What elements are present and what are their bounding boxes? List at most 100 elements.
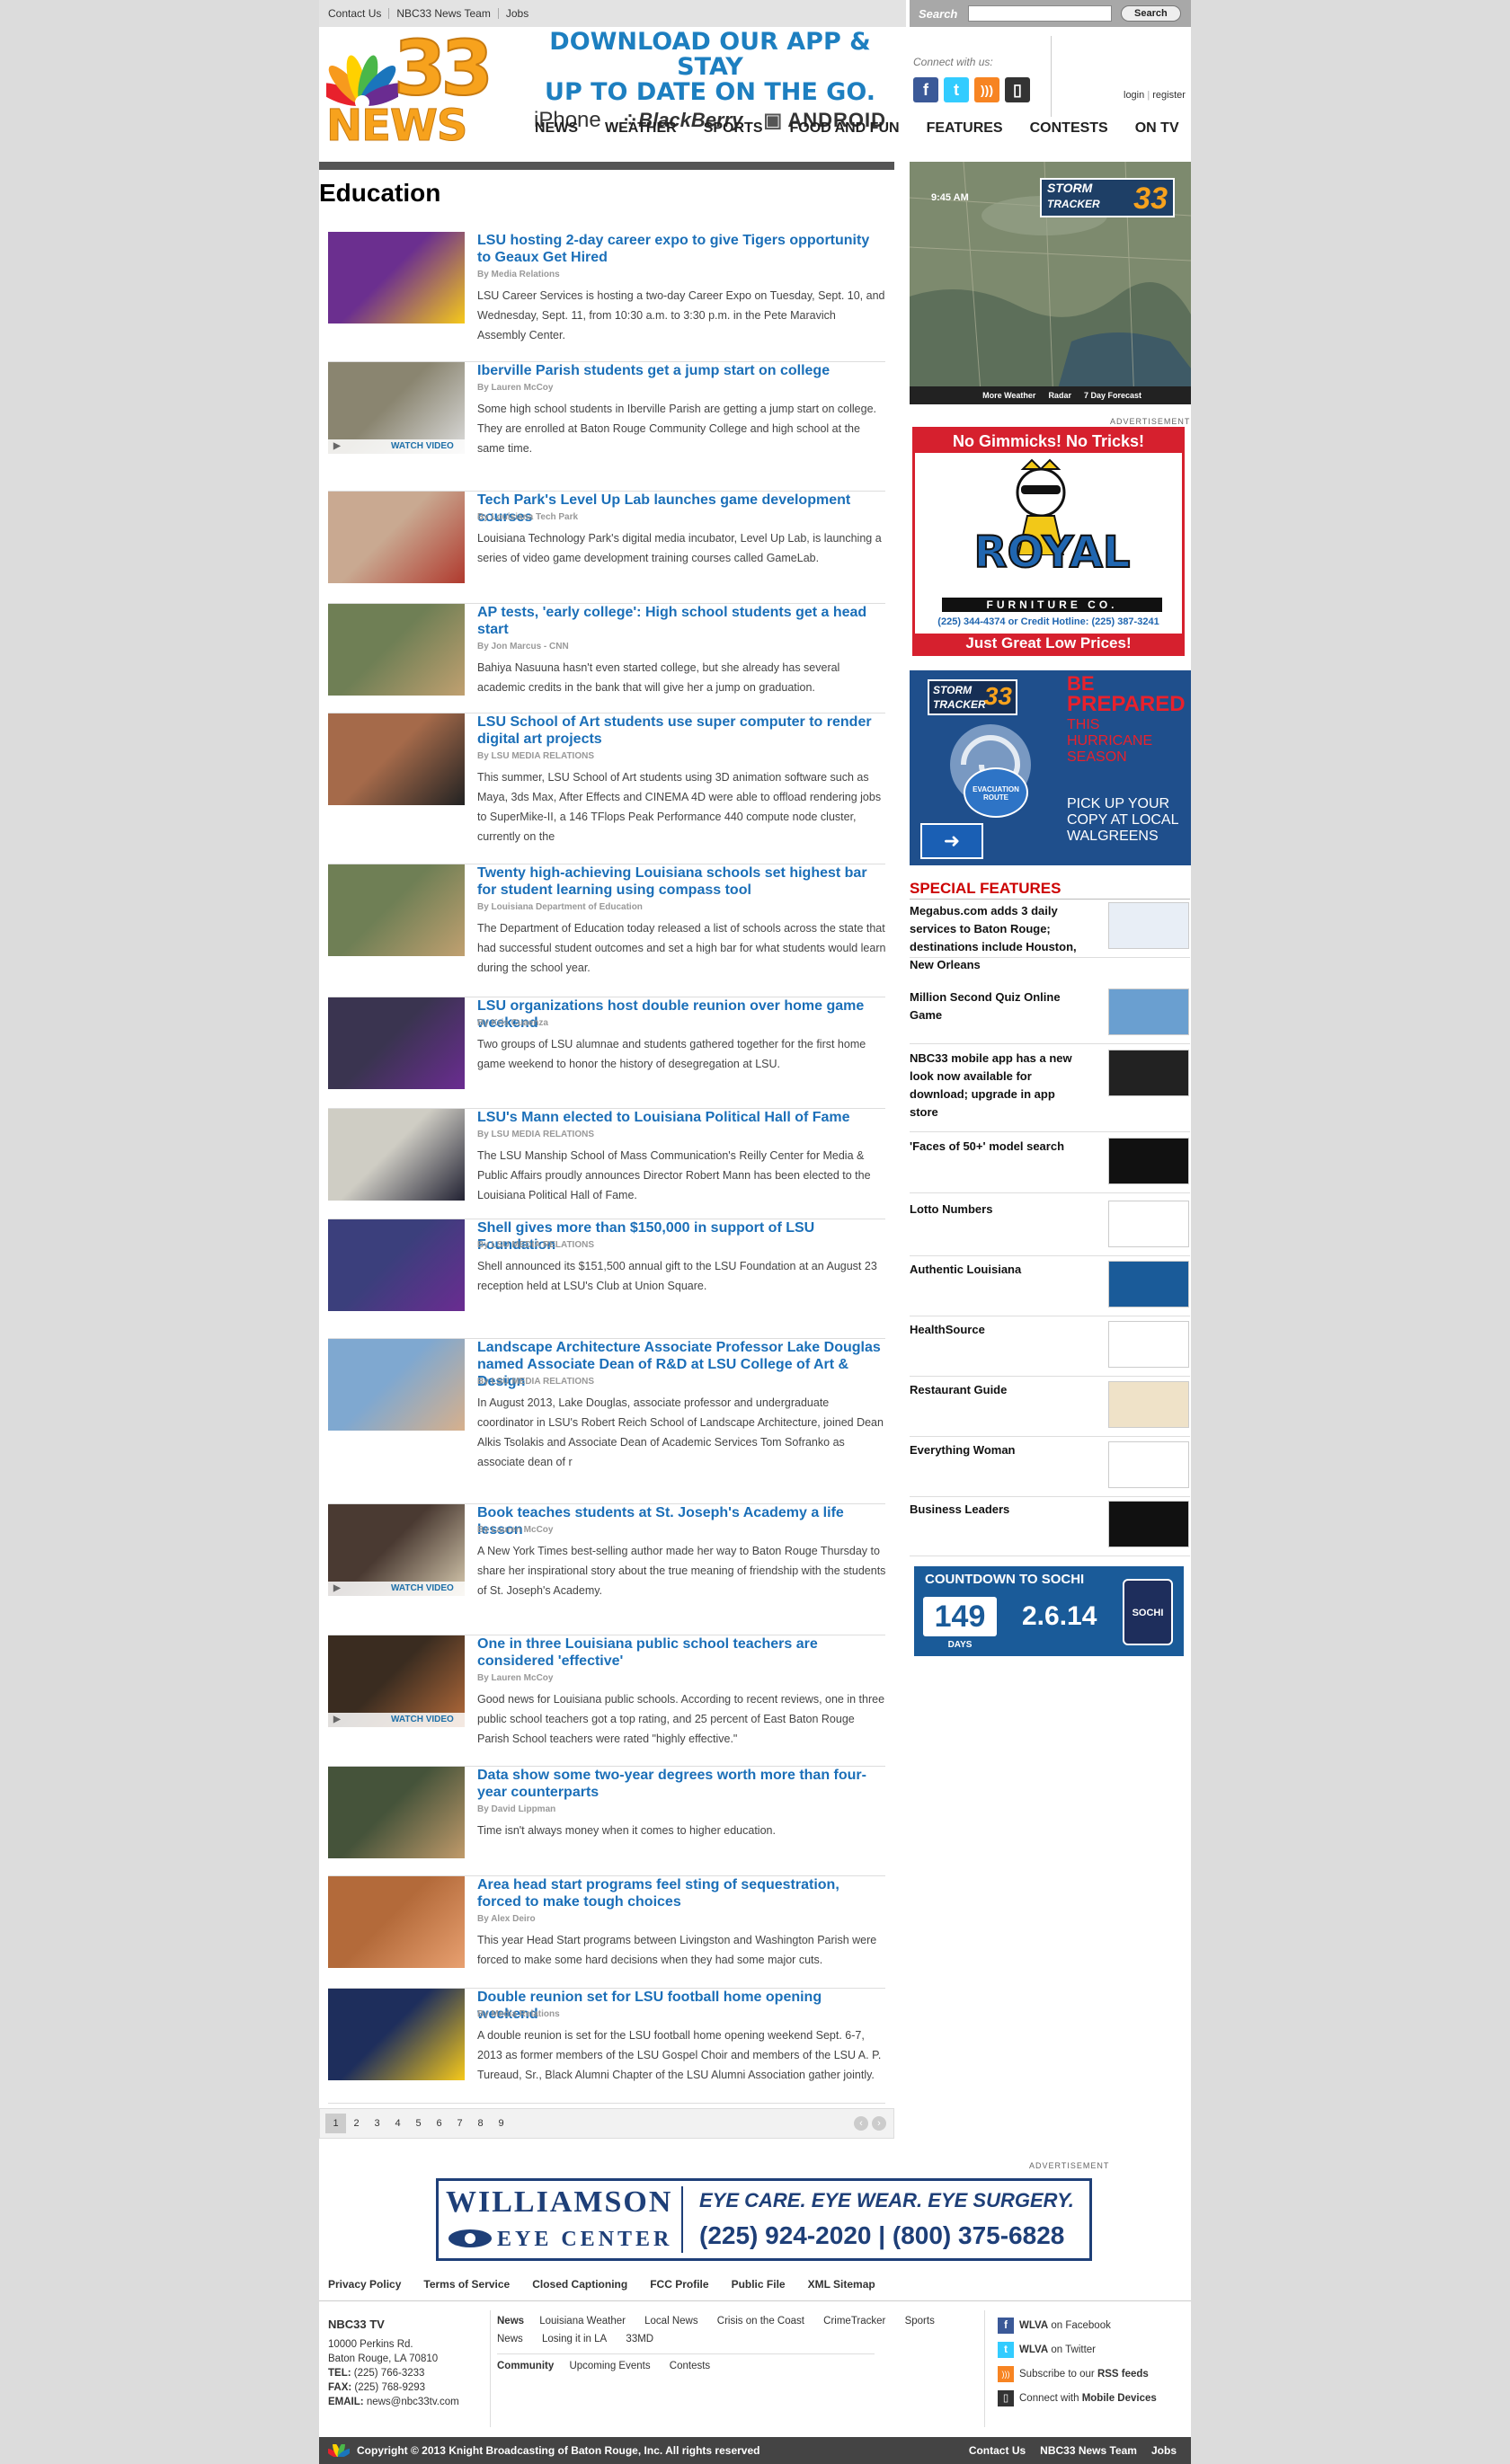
- nav-food-and-fun[interactable]: FOOD AND FUN: [790, 115, 900, 142]
- page-5[interactable]: 5: [408, 2118, 429, 2129]
- site-logo[interactable]: 33 NEWS: [325, 30, 520, 151]
- article-thumbnail[interactable]: [328, 1876, 465, 1968]
- radar-link[interactable]: Radar: [1048, 391, 1071, 400]
- fcc-profile-link[interactable]: FCC Profile: [650, 2278, 708, 2291]
- footer-crisis-link[interactable]: Crisis on the Coast: [717, 2316, 804, 2327]
- contact-us-link[interactable]: Contact Us: [328, 8, 390, 19]
- special-feature-title[interactable]: Everything Woman: [910, 1441, 1080, 1459]
- footer-twitter-link[interactable]: t WLVA on Twitter: [998, 2338, 1157, 2362]
- article-title[interactable]: LSU's Mann elected to Louisiana Politica…: [477, 1109, 886, 1126]
- footer-losing-it-link[interactable]: Losing it in LA: [542, 2334, 607, 2344]
- footer-contests-link[interactable]: Contests: [670, 2361, 710, 2371]
- nav-sports[interactable]: SPORTS: [704, 115, 763, 142]
- forecast-link[interactable]: 7 Day Forecast: [1084, 391, 1141, 400]
- twitter-icon[interactable]: t: [944, 77, 969, 102]
- page-2[interactable]: 2: [346, 2118, 367, 2129]
- page-6[interactable]: 6: [429, 2118, 449, 2129]
- special-feature-title[interactable]: NBC33 mobile app has a new look now avai…: [910, 1050, 1080, 1121]
- special-feature-item[interactable]: Lotto Numbers: [910, 1201, 1190, 1256]
- nav-news[interactable]: NEWS: [535, 115, 578, 142]
- page-9[interactable]: 9: [491, 2118, 511, 2129]
- special-feature-title[interactable]: Business Leaders: [910, 1501, 1080, 1519]
- article-thumbnail[interactable]: ▶ WATCH VIDEO: [328, 1635, 465, 1727]
- page-3[interactable]: 3: [367, 2118, 387, 2129]
- special-feature-title[interactable]: Megabus.com adds 3 daily services to Bat…: [910, 902, 1080, 974]
- prev-page-icon[interactable]: ‹: [854, 2116, 868, 2131]
- article-thumbnail[interactable]: [328, 232, 465, 324]
- special-feature-item[interactable]: NBC33 mobile app has a new look now avai…: [910, 1050, 1190, 1132]
- article-thumbnail[interactable]: [328, 492, 465, 583]
- article-thumbnail[interactable]: [328, 864, 465, 956]
- article-title[interactable]: One in three Louisiana public school tea…: [477, 1635, 886, 1670]
- footer-mobile-link[interactable]: ▯ Connect with Mobile Devices: [998, 2387, 1157, 2411]
- page-8[interactable]: 8: [470, 2118, 491, 2129]
- special-feature-item[interactable]: HealthSource: [910, 1321, 1190, 1377]
- footer-crimetracker-link[interactable]: CrimeTracker: [823, 2316, 885, 2327]
- watch-video-label[interactable]: ▶ WATCH VIDEO: [328, 1582, 465, 1596]
- article-title[interactable]: LSU hosting 2-day career expo to give Ti…: [477, 232, 886, 266]
- article-title[interactable]: Area head start programs feel sting of s…: [477, 1876, 886, 1910]
- special-feature-thumbnail[interactable]: [1108, 988, 1189, 1035]
- sochi-countdown-widget[interactable]: COUNTDOWN TO SOCHI 149 DAYS 2.6.14 SOCHI: [914, 1566, 1184, 1656]
- special-feature-item[interactable]: Authentic Louisiana: [910, 1261, 1190, 1316]
- privacy-policy-link[interactable]: Privacy Policy: [328, 2278, 401, 2291]
- special-feature-thumbnail[interactable]: [1108, 1201, 1189, 1247]
- article-thumbnail[interactable]: [328, 604, 465, 696]
- search-button[interactable]: Search: [1121, 5, 1181, 22]
- royal-furniture-ad[interactable]: No Gimmicks! No Tricks! ROYAL FURNITURE …: [912, 427, 1185, 656]
- bottom-jobs-link[interactable]: Jobs: [1151, 2444, 1177, 2457]
- article-thumbnail[interactable]: [328, 1767, 465, 1858]
- special-feature-title[interactable]: Authentic Louisiana: [910, 1261, 1080, 1279]
- jobs-link[interactable]: Jobs: [499, 8, 536, 19]
- next-page-icon[interactable]: ›: [872, 2116, 886, 2131]
- article-thumbnail[interactable]: [328, 1339, 465, 1431]
- rss-icon[interactable]: ))): [974, 77, 999, 102]
- mobile-icon[interactable]: ▯: [1005, 77, 1030, 102]
- special-feature-thumbnail[interactable]: [1108, 1321, 1189, 1368]
- article-title[interactable]: Twenty high-achieving Louisiana schools …: [477, 864, 886, 899]
- nav-weather[interactable]: WEATHER: [605, 115, 677, 142]
- footer-news-heading[interactable]: News: [497, 2316, 524, 2327]
- footer-la-weather-link[interactable]: Louisiana Weather: [539, 2316, 626, 2327]
- nav-features[interactable]: FEATURES: [927, 115, 1003, 142]
- app-promo-banner[interactable]: DOWNLOAD OUR APP & STAY UP TO DATE ON TH…: [530, 30, 890, 131]
- station-email[interactable]: EMAIL: news@nbc33tv.com: [328, 2395, 459, 2409]
- news-team-link[interactable]: NBC33 News Team: [389, 8, 499, 19]
- footer-community-heading[interactable]: Community: [497, 2361, 554, 2371]
- login-link[interactable]: login: [1124, 90, 1144, 101]
- footer-news-link[interactable]: News: [497, 2334, 523, 2344]
- footer-facebook-link[interactable]: f WLVA on Facebook: [998, 2314, 1157, 2338]
- article-thumbnail[interactable]: ▶ WATCH VIDEO: [328, 362, 465, 454]
- special-feature-title[interactable]: 'Faces of 50+' model search: [910, 1138, 1080, 1156]
- more-weather-link[interactable]: More Weather: [982, 391, 1035, 400]
- article-title[interactable]: Data show some two-year degrees worth mo…: [477, 1767, 886, 1801]
- article-thumbnail[interactable]: [328, 1109, 465, 1201]
- bottom-news-team-link[interactable]: NBC33 News Team: [1040, 2444, 1137, 2457]
- special-feature-title[interactable]: Million Second Quiz Online Game: [910, 988, 1080, 1024]
- special-feature-item[interactable]: 'Faces of 50+' model search: [910, 1138, 1190, 1193]
- special-feature-item[interactable]: Everything Woman: [910, 1441, 1190, 1497]
- footer-local-news-link[interactable]: Local News: [644, 2316, 697, 2327]
- page-1[interactable]: 1: [325, 2114, 346, 2133]
- watch-video-label[interactable]: ▶ WATCH VIDEO: [328, 1713, 465, 1727]
- page-7[interactable]: 7: [449, 2118, 470, 2129]
- page-4[interactable]: 4: [387, 2118, 408, 2129]
- hurricane-season-ad[interactable]: STORM TRACKER 33 ➜ EVACUATION ROUTE BE PR…: [910, 670, 1191, 865]
- search-input[interactable]: [968, 5, 1112, 22]
- facebook-icon[interactable]: f: [913, 77, 938, 102]
- terms-link[interactable]: Terms of Service: [423, 2278, 510, 2291]
- special-feature-thumbnail[interactable]: [1108, 1261, 1189, 1307]
- special-feature-item[interactable]: Megabus.com adds 3 daily services to Bat…: [910, 902, 1190, 971]
- article-title[interactable]: AP tests, 'early college': High school s…: [477, 604, 886, 638]
- footer-33md-link[interactable]: 33MD: [626, 2334, 653, 2344]
- closed-captioning-link[interactable]: Closed Captioning: [532, 2278, 627, 2291]
- watch-video-label[interactable]: ▶ WATCH VIDEO: [328, 439, 465, 454]
- bottom-contact-link[interactable]: Contact Us: [969, 2444, 1026, 2457]
- article-thumbnail[interactable]: ▶ WATCH VIDEO: [328, 1504, 465, 1596]
- weather-map-widget[interactable]: 9:45 AM STORM TRACKER 33 More Weather Rad…: [910, 162, 1191, 404]
- footer-events-link[interactable]: Upcoming Events: [569, 2361, 650, 2371]
- special-feature-thumbnail[interactable]: [1108, 902, 1189, 949]
- special-feature-thumbnail[interactable]: [1108, 1441, 1189, 1488]
- special-feature-thumbnail[interactable]: [1108, 1138, 1189, 1184]
- special-feature-item[interactable]: Business Leaders: [910, 1501, 1190, 1556]
